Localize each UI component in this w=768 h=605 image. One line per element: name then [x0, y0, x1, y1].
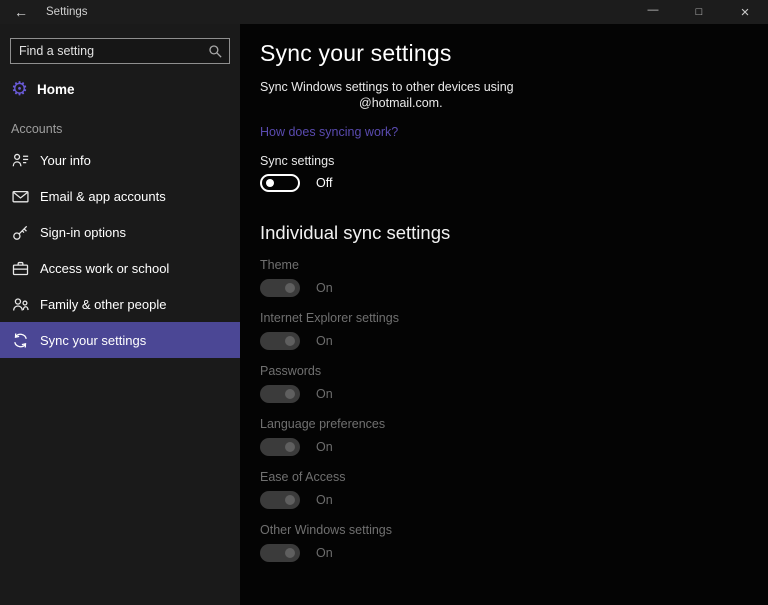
sidebar-item-sign-in-options[interactable]: Sign-in options [0, 214, 240, 250]
briefcase-icon [12, 260, 29, 277]
toggle-group-language-preferences: Language preferences On [260, 417, 768, 456]
toggle-label: Theme [260, 258, 768, 272]
how-does-syncing-work-link[interactable]: How does syncing work? [260, 125, 398, 139]
sidebar-item-label: Access work or school [40, 261, 169, 276]
contact-icon [12, 152, 29, 169]
people-icon [12, 296, 29, 313]
other-windows-settings-toggle [260, 544, 300, 562]
internet-explorer-toggle [260, 332, 300, 350]
maximize-icon: □ [696, 6, 703, 18]
minimize-button[interactable]: — [630, 0, 676, 24]
individual-sync-settings-title: Individual sync settings [260, 222, 768, 244]
toggle-state: On [316, 334, 333, 348]
sidebar-item-label: Family & other people [40, 297, 166, 312]
search-input[interactable] [19, 44, 208, 58]
toggle-state: On [316, 387, 333, 401]
toggle-knob [285, 548, 295, 558]
sync-settings-state: Off [316, 176, 332, 190]
sidebar-item-sync-your-settings[interactable]: Sync your settings [0, 322, 240, 358]
toggle-label: Other Windows settings [260, 523, 768, 537]
sync-icon [12, 332, 29, 349]
toggle-state: On [316, 440, 333, 454]
sync-account-email: @hotmail.com. [260, 95, 730, 111]
toggle-label: Language preferences [260, 417, 768, 431]
toggle-state: On [316, 281, 333, 295]
toggle-state: On [316, 546, 333, 560]
toggle-knob [285, 442, 295, 452]
theme-toggle [260, 279, 300, 297]
sidebar-section-accounts: Accounts [0, 104, 240, 142]
toggle-group-other-windows-settings: Other Windows settings On [260, 523, 768, 562]
sidebar: ⚙ Home Accounts Your info Email & app ac… [0, 24, 240, 605]
toggle-label: Passwords [260, 364, 768, 378]
page-title: Sync your settings [260, 40, 768, 67]
toggle-group-theme: Theme On [260, 258, 768, 297]
toggle-group-ease-of-access: Ease of Access On [260, 470, 768, 509]
close-icon: × [741, 4, 750, 21]
maximize-button[interactable]: □ [676, 0, 722, 24]
toggle-label: Internet Explorer settings [260, 311, 768, 325]
search-icon [208, 44, 223, 59]
key-icon [12, 224, 29, 241]
toggle-knob [285, 336, 295, 346]
sidebar-item-access-work-school[interactable]: Access work or school [0, 250, 240, 286]
toggle-knob [285, 495, 295, 505]
close-button[interactable]: × [722, 0, 768, 24]
toggle-label: Ease of Access [260, 470, 768, 484]
passwords-toggle [260, 385, 300, 403]
search-box[interactable] [10, 38, 230, 64]
sync-settings-toggle[interactable] [260, 174, 300, 192]
window-title: Settings [46, 6, 88, 18]
email-icon [12, 188, 29, 205]
sidebar-item-label: Your info [40, 153, 91, 168]
sync-description: Sync Windows settings to other devices u… [260, 79, 730, 111]
toggle-knob [285, 389, 295, 399]
back-arrow-icon: ← [14, 4, 28, 20]
sidebar-item-label: Sign-in options [40, 225, 126, 240]
sync-settings-label: Sync settings [260, 154, 768, 168]
back-button[interactable]: ← [0, 0, 42, 24]
toggle-group-internet-explorer: Internet Explorer settings On [260, 311, 768, 350]
main-content: Sync your settings Sync Windows settings… [240, 24, 768, 605]
sidebar-item-label: Sync your settings [40, 333, 146, 348]
gear-icon: ⚙ [11, 80, 37, 99]
toggle-knob [266, 179, 274, 187]
language-preferences-toggle [260, 438, 300, 456]
sidebar-item-family-other-people[interactable]: Family & other people [0, 286, 240, 322]
toggle-state: On [316, 493, 333, 507]
home-label: Home [37, 82, 75, 97]
toggle-group-passwords: Passwords On [260, 364, 768, 403]
minimize-icon: — [648, 4, 659, 16]
sidebar-item-email-app-accounts[interactable]: Email & app accounts [0, 178, 240, 214]
ease-of-access-toggle [260, 491, 300, 509]
sync-description-line1: Sync Windows settings to other devices u… [260, 80, 514, 94]
toggle-knob [285, 283, 295, 293]
sidebar-item-home[interactable]: ⚙ Home [0, 74, 240, 104]
sidebar-item-label: Email & app accounts [40, 189, 166, 204]
sidebar-item-your-info[interactable]: Your info [0, 142, 240, 178]
titlebar: ← Settings — □ × [0, 0, 768, 24]
